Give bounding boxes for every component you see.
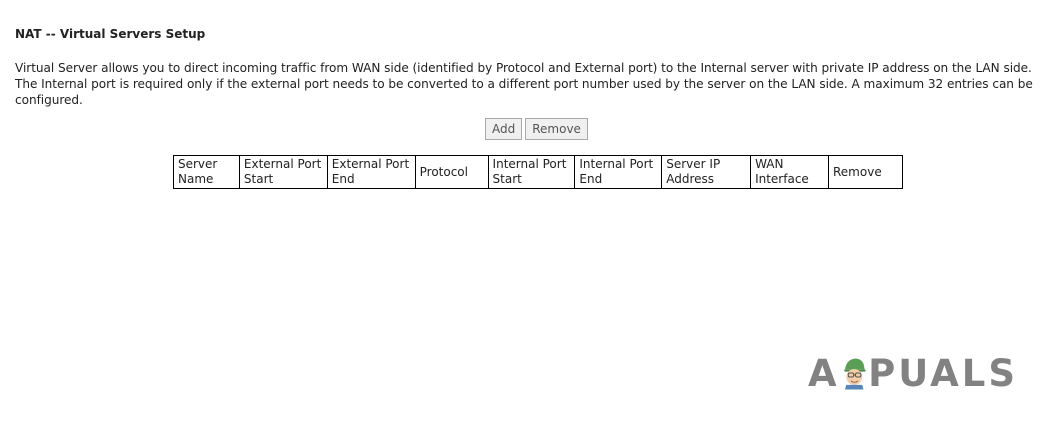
col-header-server-ip-address: Server IP Address — [661, 155, 752, 189]
col-header-external-port-start: External Port Start — [238, 155, 328, 189]
mascot-icon — [843, 358, 866, 390]
remove-button[interactable]: Remove — [525, 118, 588, 140]
col-header-protocol: Protocol — [414, 155, 489, 189]
appuals-watermark-logo: A PUALS — [808, 345, 1018, 401]
table-header-row: Server Name External Port Start External P… — [173, 155, 903, 189]
col-header-internal-port-end: Internal Port End — [574, 155, 663, 189]
add-button[interactable]: Add — [485, 118, 523, 140]
action-buttons: Add Remove — [485, 118, 588, 140]
page-description: Virtual Server allows you to direct inco… — [15, 61, 1033, 107]
logo-letter-a: A — [808, 351, 840, 395]
virtual-servers-table: Server Name External Port Start External P… — [173, 155, 903, 189]
page-title: NAT -- Virtual Servers Setup — [15, 27, 206, 41]
col-header-external-port-end: External Port End — [326, 155, 416, 189]
col-header-server-name: Server Name — [173, 155, 240, 189]
col-header-remove: Remove — [828, 155, 903, 189]
col-header-internal-port-start: Internal Port Start — [487, 155, 576, 189]
col-header-wan-interface: WAN Interface — [750, 155, 829, 189]
logo-text: PUALS — [868, 351, 1018, 395]
